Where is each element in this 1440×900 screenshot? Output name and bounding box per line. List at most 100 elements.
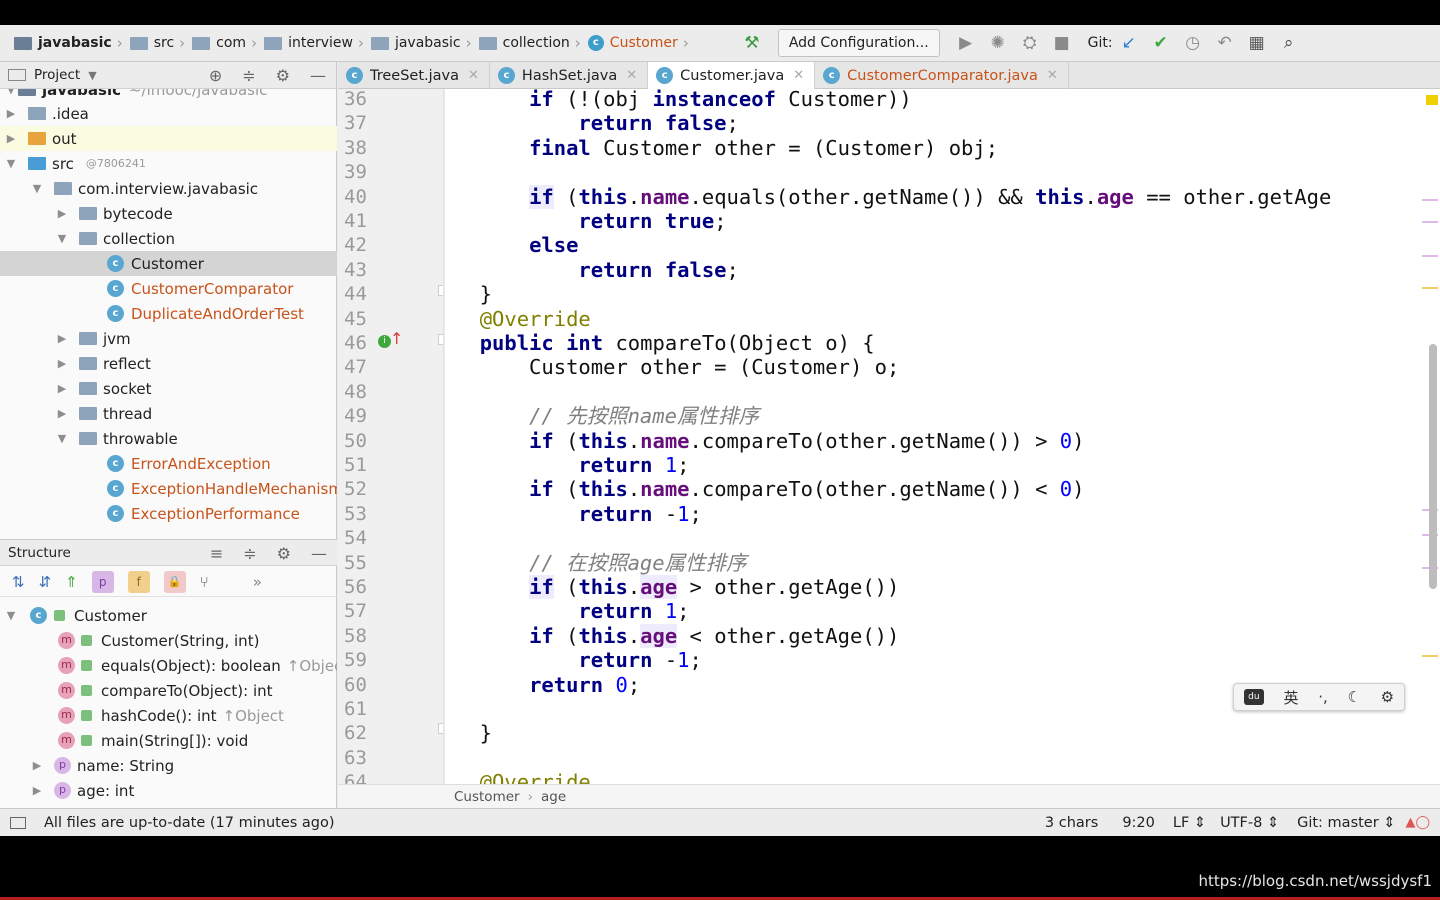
structure-item-constructor[interactable]: m Customer(String, int) xyxy=(0,628,337,653)
inspection-status-icon[interactable] xyxy=(1426,95,1438,105)
hide-icon[interactable]: — xyxy=(311,544,327,563)
show-non-public-icon[interactable]: 🔒 xyxy=(163,570,186,593)
structure-tree: ▼ c Customer m Customer(String, int) m equal… xyxy=(0,599,337,808)
build-hammer-icon[interactable]: ⚒ xyxy=(736,29,768,57)
tree-item-idea[interactable]: ▶ .idea xyxy=(0,101,337,126)
tab-customer-comparator[interactable]: c CustomerComparator.java ✕ xyxy=(815,62,1069,89)
toggle-tool-windows-icon[interactable] xyxy=(10,816,26,829)
stripe-marker[interactable] xyxy=(1422,287,1438,289)
close-icon[interactable]: ✕ xyxy=(793,68,804,83)
git-update-icon[interactable]: ↙ xyxy=(1113,29,1145,57)
show-properties-icon[interactable]: p xyxy=(91,570,114,593)
fold-marker-icon[interactable] xyxy=(438,723,443,734)
collapsed-arrow-icon: ▶ xyxy=(6,107,16,120)
tab-hashset[interactable]: c HashSet.java ✕ xyxy=(490,62,649,89)
debug-icon[interactable]: ✺ xyxy=(982,29,1014,57)
collapsed-arrow-icon: ▶ xyxy=(32,784,42,797)
show-inherited-icon[interactable]: ⇑ xyxy=(65,573,78,591)
chevron-down-icon[interactable]: ▼ xyxy=(88,69,96,82)
tree-item-customer[interactable]: c Customer xyxy=(0,251,337,276)
structure-item-age[interactable]: ▶ p age: int xyxy=(0,778,337,803)
crumb-com[interactable]: com › xyxy=(192,25,264,62)
crumb-javabasic-pkg[interactable]: javabasic › xyxy=(370,25,479,62)
git-history-icon[interactable]: ◷ xyxy=(1177,29,1209,57)
crumb-collection[interactable]: collection › xyxy=(478,25,588,62)
expand-all-icon[interactable]: ≡ xyxy=(210,544,223,563)
structure-item-compareto[interactable]: m compareTo(Object): int xyxy=(0,678,337,703)
locate-icon[interactable]: ⊕ xyxy=(209,66,222,85)
package-icon xyxy=(79,207,97,220)
tree-item-customer-comparator[interactable]: c CustomerComparator xyxy=(0,276,337,301)
moon-icon[interactable]: ☾ xyxy=(1348,688,1361,706)
structure-item-main[interactable]: m main(String[]): void xyxy=(0,728,337,753)
tab-customer[interactable]: c Customer.java ✕ xyxy=(648,62,816,89)
fold-marker-icon[interactable] xyxy=(438,334,443,345)
crumb-src[interactable]: src › xyxy=(129,25,192,62)
line-separator[interactable]: LF ⇕ xyxy=(1173,815,1206,831)
code-line-44: } xyxy=(455,282,493,307)
vertical-scrollbar[interactable] xyxy=(1429,344,1437,589)
ime-language-toggle[interactable]: 英 xyxy=(1284,687,1299,708)
gear-icon[interactable]: ⚙ xyxy=(276,66,290,85)
autoscroll-icon[interactable]: ⑂ xyxy=(200,573,209,591)
tab-treeset[interactable]: c TreeSet.java ✕ xyxy=(338,62,490,89)
file-encoding[interactable]: UTF-8 ⇕ xyxy=(1220,815,1279,831)
structure-item-name[interactable]: ▶ p name: String xyxy=(0,753,337,778)
collapse-all-icon[interactable]: ≑ xyxy=(242,66,255,85)
coverage-icon[interactable]: ⛭ xyxy=(1014,29,1046,57)
chevron-right-icon: › xyxy=(179,34,186,52)
tree-item-out[interactable]: ▶ out xyxy=(0,126,337,151)
structure-item-equals[interactable]: mequals(Object): boolean↑Object xyxy=(0,653,337,678)
stop-icon[interactable]: ■ xyxy=(1046,29,1078,57)
sort-alpha-icon[interactable]: ⇅ xyxy=(12,573,25,591)
add-configuration-button[interactable]: Add Configuration... xyxy=(777,29,940,57)
tree-item-throwable[interactable]: ▼ throwable xyxy=(0,426,337,451)
stripe-marker[interactable] xyxy=(1422,655,1438,657)
search-icon[interactable]: ⌕ xyxy=(1273,29,1305,57)
breadcrumb-class[interactable]: Customer xyxy=(454,789,520,805)
git-branch[interactable]: Git: master ⇕ xyxy=(1297,815,1395,831)
line-number: 53 xyxy=(344,502,367,525)
tree-item-thread[interactable]: ▶ thread xyxy=(0,401,337,426)
tree-item-error-and-exception[interactable]: c ErrorAndException xyxy=(0,451,337,476)
gear-icon[interactable]: ⚙ xyxy=(277,544,291,563)
tree-item-duplicate-test[interactable]: c DuplicateAndOrderTest xyxy=(0,301,337,326)
ime-logo-icon[interactable]: du xyxy=(1243,689,1264,705)
tree-item-exception-performance[interactable]: c ExceptionPerformance xyxy=(0,501,337,526)
close-icon[interactable]: ✕ xyxy=(626,68,637,83)
tree-item-socket[interactable]: ▶ socket xyxy=(0,376,337,401)
stripe-marker[interactable] xyxy=(1422,199,1438,201)
tree-item-exception-handle[interactable]: c ExceptionHandleMechanism xyxy=(0,476,337,501)
fold-marker-icon[interactable] xyxy=(438,285,443,296)
crumb-interview[interactable]: interview › xyxy=(264,25,371,62)
chevron-right-icon: › xyxy=(574,34,581,52)
collapse-all-icon[interactable]: ≑ xyxy=(243,544,256,563)
tree-item-src[interactable]: ▼ src @7806241 xyxy=(0,151,337,176)
close-icon[interactable]: ✕ xyxy=(468,68,479,83)
tree-item-collection[interactable]: ▼ collection xyxy=(0,226,337,251)
project-structure-icon[interactable]: ▦ xyxy=(1241,29,1273,57)
structure-item-class[interactable]: ▼ c Customer xyxy=(0,603,337,628)
stripe-marker[interactable] xyxy=(1422,221,1438,223)
sort-visibility-icon[interactable]: ⇵ xyxy=(39,573,52,591)
show-fields-icon[interactable]: f xyxy=(127,570,150,593)
tree-item-bytecode[interactable]: ▶ bytecode xyxy=(0,201,337,226)
breadcrumb-field[interactable]: age xyxy=(541,789,566,805)
tree-item-jvm[interactable]: ▶ jvm xyxy=(0,326,337,351)
run-icon[interactable]: ▶ xyxy=(950,29,982,57)
override-arrow-icon[interactable]: ↑ xyxy=(390,329,403,348)
git-commit-icon[interactable]: ✔ xyxy=(1145,29,1177,57)
more-icon[interactable]: » xyxy=(253,573,262,591)
close-icon[interactable]: ✕ xyxy=(1047,68,1058,83)
crumb-javabasic[interactable]: javabasic › xyxy=(14,25,130,62)
tree-item-package[interactable]: ▼ com.interview.javabasic xyxy=(0,176,337,201)
caret-position[interactable]: 9:20 xyxy=(1122,815,1155,831)
git-revert-icon[interactable]: ↶ xyxy=(1209,29,1241,57)
tree-item-reflect[interactable]: ▶ reflect xyxy=(0,351,337,376)
stripe-marker[interactable] xyxy=(1422,255,1438,257)
punctuation-icon[interactable]: ·, xyxy=(1318,688,1328,706)
gear-icon[interactable]: ⚙ xyxy=(1381,688,1394,706)
structure-item-hashcode[interactable]: m hashCode(): int ↑Object xyxy=(0,703,337,728)
hide-icon[interactable]: — xyxy=(310,66,326,85)
crumb-customer[interactable]: c Customer › xyxy=(587,25,696,62)
